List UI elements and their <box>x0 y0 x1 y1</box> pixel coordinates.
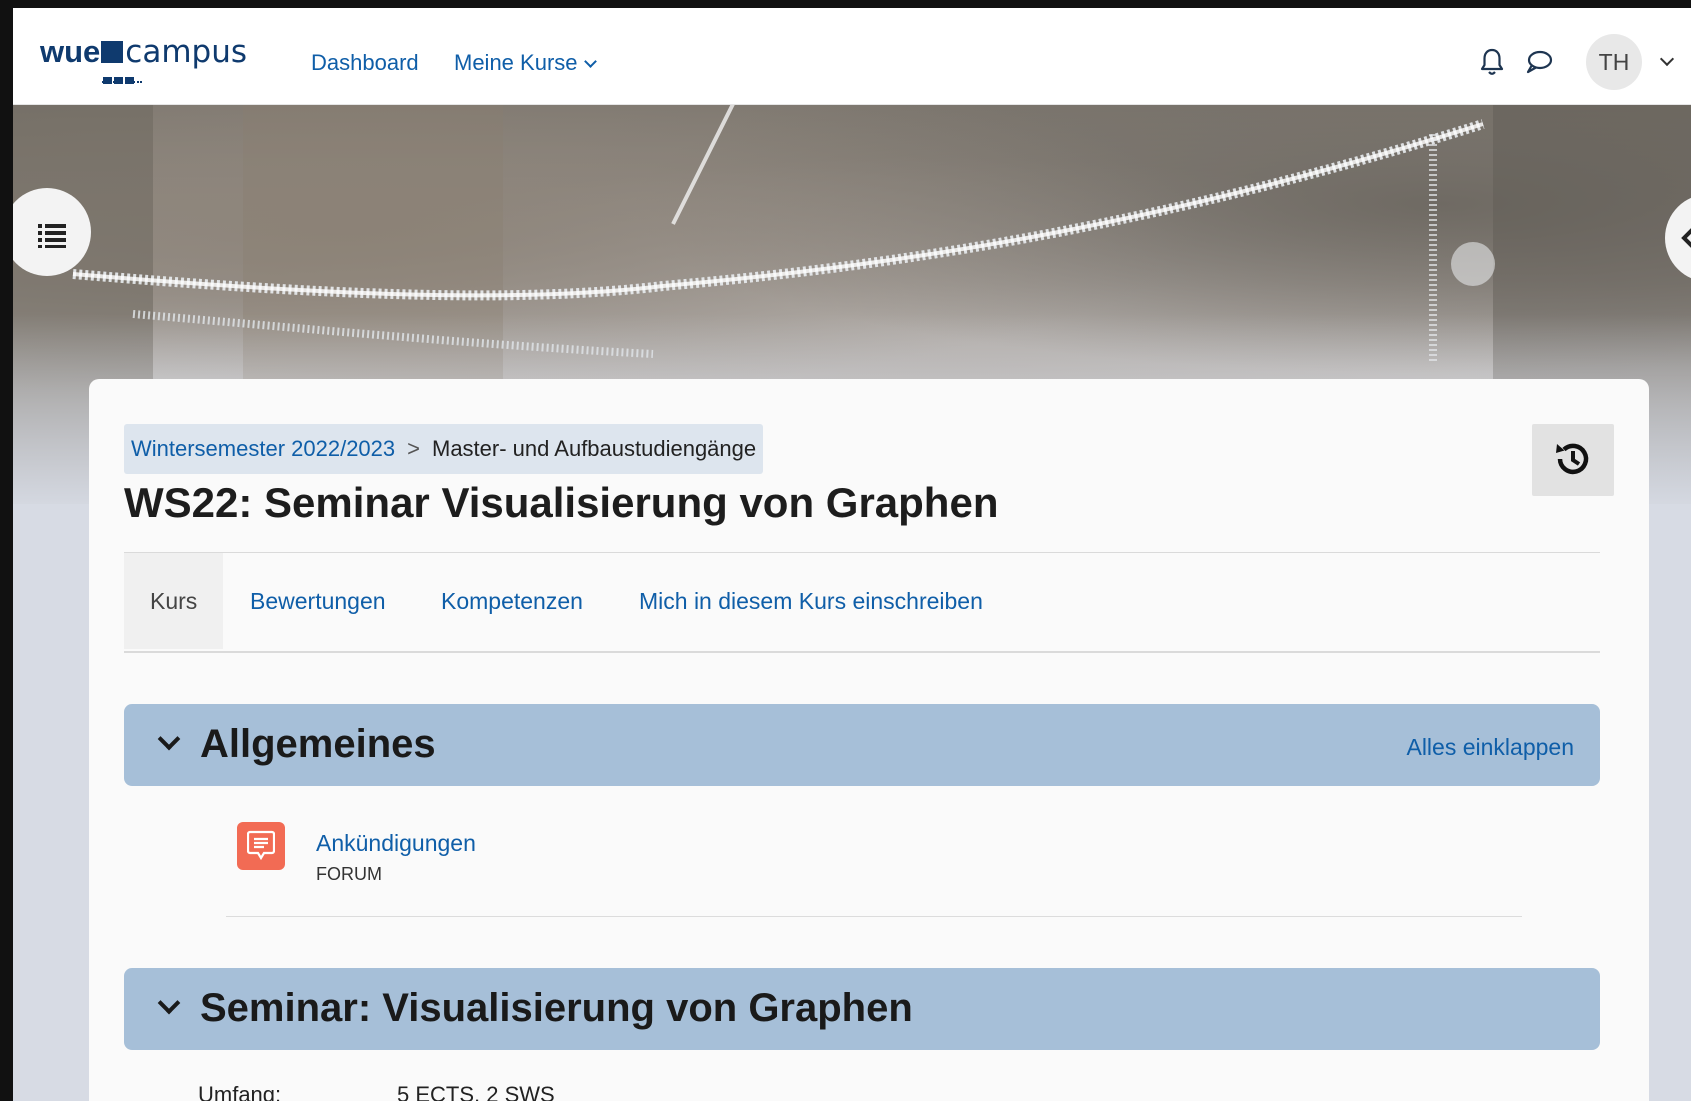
notifications-bell-icon[interactable] <box>1476 46 1508 78</box>
tab-kurs[interactable]: Kurs <box>124 553 224 649</box>
chevron-down-icon[interactable] <box>157 991 181 1015</box>
user-menu-chevron-icon[interactable] <box>1659 51 1675 67</box>
messages-chat-icon[interactable] <box>1523 46 1555 78</box>
logo-wue-text: wue <box>40 34 101 69</box>
logo-dots <box>103 71 143 84</box>
page-title: WS22: Seminar Visualisierung von Graphen <box>124 479 999 526</box>
course-info-value: 5 ECTS, 2 SWS <box>397 1082 555 1101</box>
nav-my-courses-label: Meine Kurse <box>454 50 578 75</box>
history-button[interactable] <box>1532 424 1614 496</box>
activity-type-label: FORUM <box>316 864 382 884</box>
breadcrumb: Wintersemester 2022/2023 > Master- und Auf… <box>124 424 764 474</box>
list-icon <box>38 224 66 248</box>
activity-item: Ankündigungen FORUM <box>226 820 1522 917</box>
breadcrumb-separator: > <box>407 436 420 461</box>
chevron-down-icon <box>583 55 597 68</box>
breadcrumb-current: Master- und Aufbaustudiengänge <box>432 436 757 461</box>
tab-enrol-me[interactable]: Mich in diesem Kurs einschreiben <box>639 553 983 649</box>
forum-icon <box>237 822 285 870</box>
activity-link-ankuendigungen[interactable]: Ankündigungen <box>316 830 476 857</box>
section-title[interactable]: Seminar: Visualisierung von Graphen <box>200 986 913 1031</box>
course-content-card: Wintersemester 2022/2023 > Master- und Auf… <box>89 379 1649 1101</box>
logo-square <box>101 41 124 63</box>
nav-dashboard-link[interactable]: Dashboard <box>311 50 419 76</box>
logo-campus-text: campus <box>125 34 248 70</box>
history-icon <box>1556 443 1589 475</box>
chevron-left-icon <box>1681 228 1691 248</box>
logo-dotted-line <box>102 81 142 83</box>
course-index-drawer-toggle[interactable] <box>13 188 91 276</box>
collapse-all-link[interactable]: Alles einklappen <box>1406 734 1574 761</box>
section-title[interactable]: Allgemeines <box>200 722 436 767</box>
top-navbar: wue campus Dashboard Meine Kurse TH <box>13 8 1691 105</box>
tab-bewertungen[interactable]: Bewertungen <box>250 553 386 649</box>
section-header-seminar: Seminar: Visualisierung von Graphen <box>124 968 1600 1050</box>
chevron-down-icon[interactable] <box>157 727 181 751</box>
user-avatar[interactable]: TH <box>1586 34 1642 90</box>
browser-viewport: wue campus Dashboard Meine Kurse TH Wint… <box>0 0 1691 1101</box>
course-tabs: Kurs Bewertungen Kompetenzen Mich in die… <box>124 552 1600 653</box>
section-header-allgemeines: Allgemeines Alles einklappen <box>124 704 1600 786</box>
course-info-label: Umfang: <box>198 1082 282 1101</box>
wuecampus-logo[interactable]: wue campus <box>40 34 247 90</box>
breadcrumb-link-semester[interactable]: Wintersemester 2022/2023 <box>131 436 395 461</box>
tab-kompetenzen[interactable]: Kompetenzen <box>441 553 583 649</box>
nav-my-courses-dropdown[interactable]: Meine Kurse <box>454 50 597 76</box>
